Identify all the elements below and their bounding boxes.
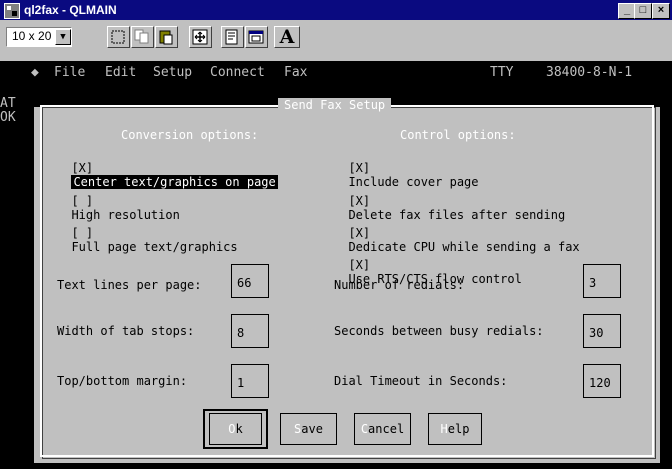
- font-icon[interactable]: [245, 26, 268, 48]
- checkbox-mark: [X]: [348, 258, 371, 272]
- menu-connect[interactable]: Connect: [210, 65, 265, 80]
- button-label: ancel: [368, 422, 405, 436]
- maximize-button[interactable]: □: [634, 3, 652, 19]
- control-options-header: Control options:: [400, 128, 516, 142]
- checkbox-mark: [ ]: [71, 194, 94, 208]
- margin-input[interactable]: 1: [231, 364, 269, 398]
- menu-setup[interactable]: Setup: [153, 65, 192, 80]
- busy-redials-input[interactable]: 30: [583, 314, 621, 348]
- terminal-line: OK: [0, 110, 16, 125]
- redials-input[interactable]: 3: [583, 264, 621, 298]
- hotkey: C: [360, 422, 369, 436]
- menu-file[interactable]: File: [54, 65, 85, 80]
- toolbar: [0, 20, 672, 62]
- paste-icon[interactable]: [155, 26, 178, 48]
- font-size-value: 10 x 20: [12, 29, 52, 43]
- button-label: k: [235, 422, 243, 436]
- font-button[interactable]: A: [274, 26, 300, 48]
- button-label: ave: [301, 422, 323, 436]
- tab-stops-input[interactable]: 8: [231, 314, 269, 348]
- checkbox-mark: [X]: [348, 226, 371, 240]
- help-button[interactable]: Help: [428, 413, 482, 445]
- busy-redials-label: Seconds between busy redials:: [334, 324, 544, 338]
- hotkey: O: [228, 422, 236, 436]
- redials-label: Number of redials:: [334, 278, 465, 292]
- properties-icon[interactable]: [221, 26, 244, 48]
- hotkey: H: [440, 422, 448, 436]
- text-lines-label: Text lines per page:: [57, 278, 202, 292]
- margin-label: Top/bottom margin:: [57, 374, 188, 388]
- terminal-type: TTY: [490, 65, 514, 80]
- cancel-button[interactable]: Cancel: [354, 413, 411, 445]
- conversion-options-header: Conversion options:: [121, 128, 259, 142]
- text-lines-input[interactable]: 66: [231, 264, 269, 298]
- ok-button[interactable]: Ok: [209, 413, 262, 445]
- menu-fax[interactable]: Fax: [284, 65, 307, 80]
- checkbox-mark: [X]: [348, 194, 371, 208]
- checkbox-mark: [ ]: [71, 226, 94, 240]
- port-settings: 38400-8-N-1: [546, 65, 633, 80]
- dial-timeout-label: Dial Timeout in Seconds:: [334, 374, 508, 388]
- dial-timeout-input[interactable]: 120: [583, 364, 621, 398]
- window-title: ql2fax - QLMAIN: [24, 3, 117, 17]
- checkbox-mark: [X]: [348, 161, 371, 175]
- close-button[interactable]: ×: [652, 3, 670, 19]
- full-page-checkbox[interactable]: [ ] Full page text/graphics: [57, 212, 238, 254]
- save-button[interactable]: Save: [280, 413, 337, 445]
- menu-bullet-icon: ◆: [31, 65, 39, 80]
- select-icon[interactable]: [107, 26, 130, 48]
- app-icon[interactable]: [4, 3, 20, 19]
- checkbox-mark: [X]: [71, 161, 94, 175]
- checkbox-label: Full page text/graphics: [71, 240, 238, 254]
- chevron-down-icon[interactable]: ▼: [55, 29, 71, 45]
- tab-stops-label: Width of tab stops:: [57, 324, 195, 338]
- fullscreen-icon[interactable]: [189, 26, 212, 48]
- button-label: elp: [447, 422, 470, 436]
- terminal-line: AT: [0, 96, 16, 111]
- dialog-title: Send Fax Setup: [278, 98, 392, 112]
- menu-edit[interactable]: Edit: [105, 65, 136, 80]
- terminal-output: AT OK: [0, 97, 16, 125]
- copy-icon[interactable]: [131, 26, 154, 48]
